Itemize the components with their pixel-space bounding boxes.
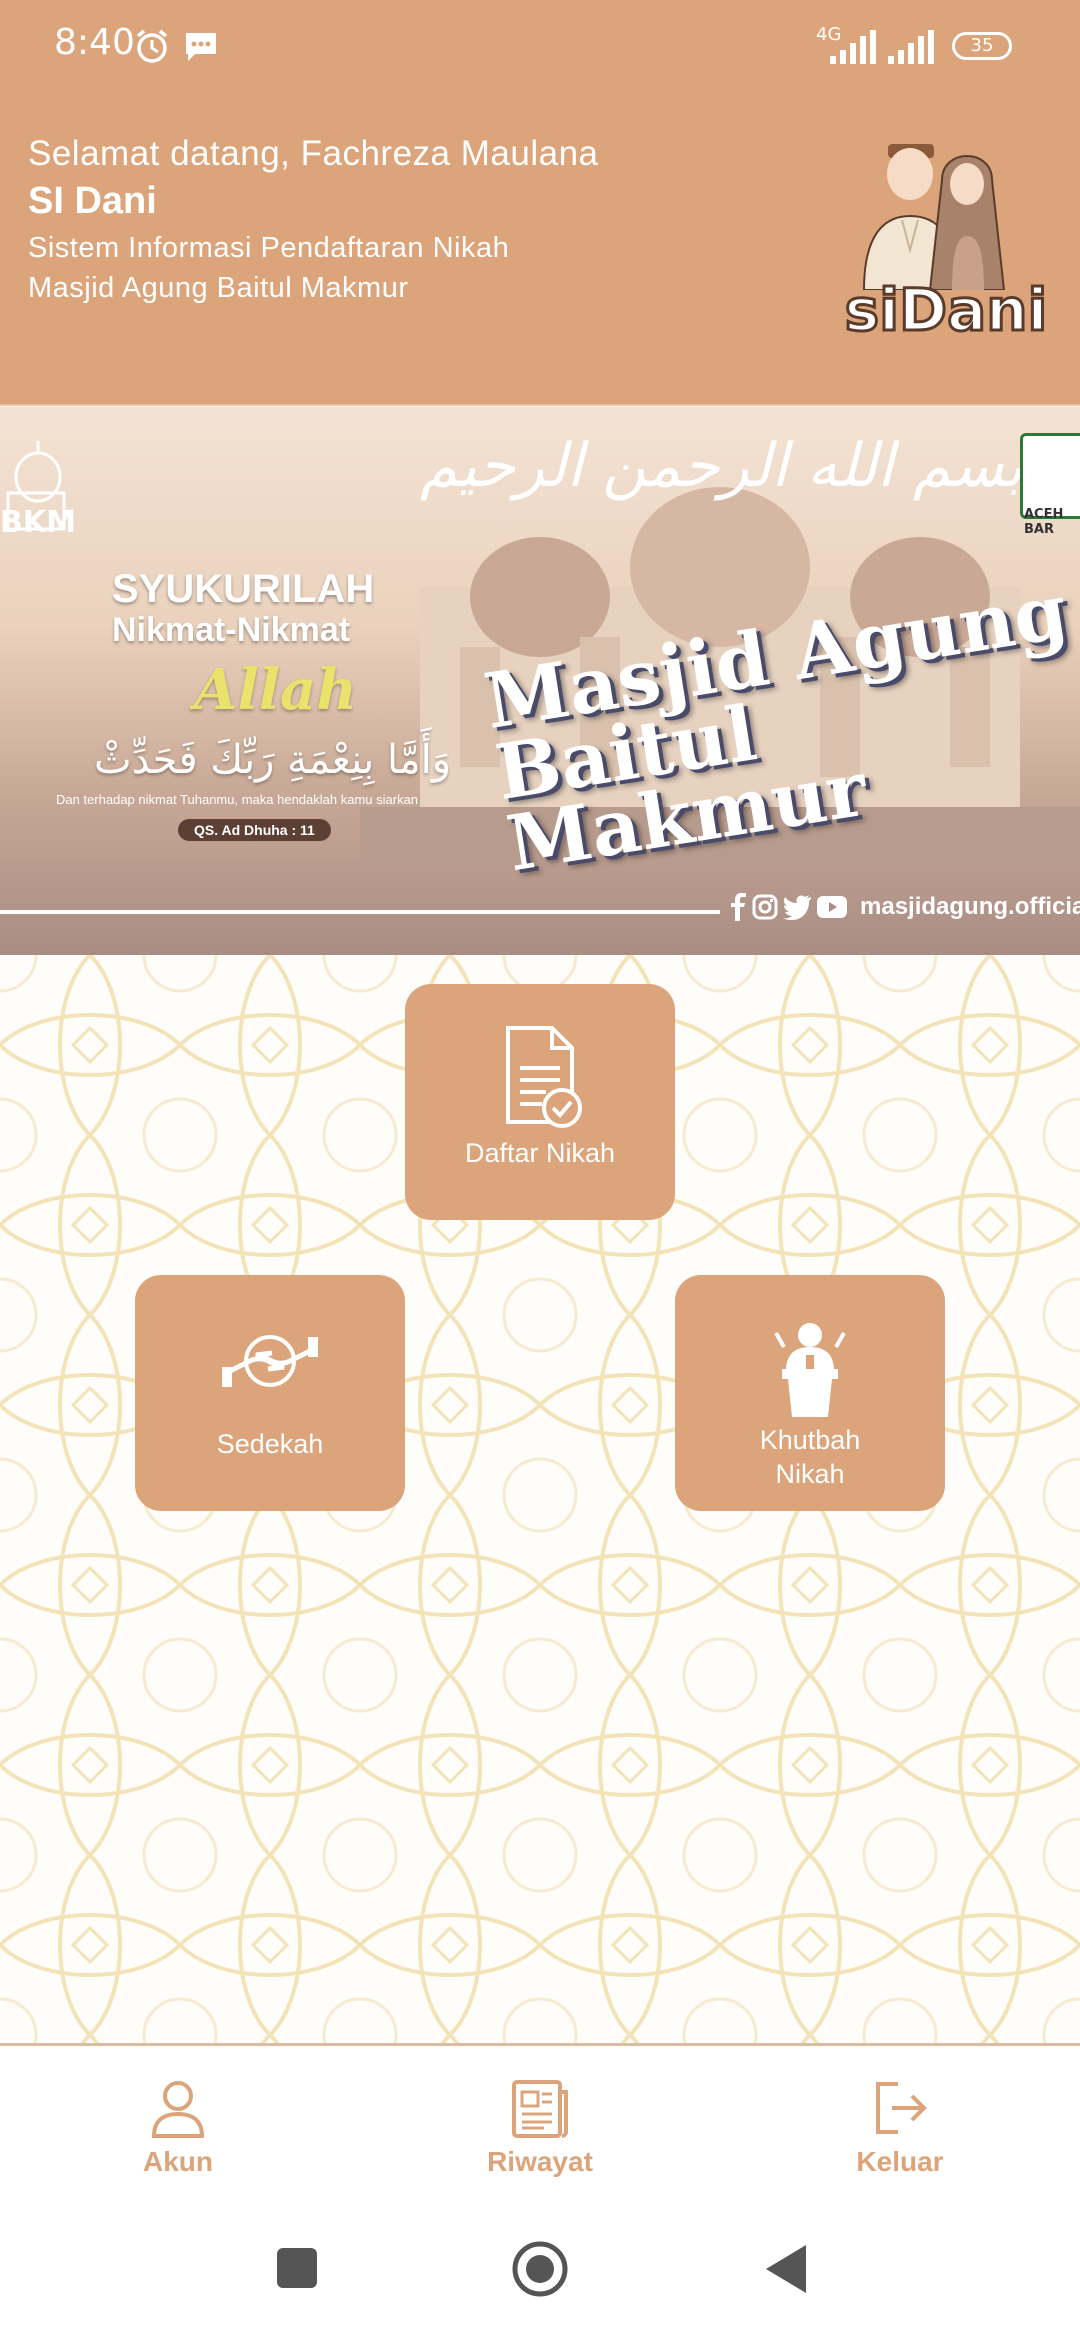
twitter-icon — [783, 895, 811, 920]
logo-wordmark: siDani — [843, 275, 1049, 346]
khutbah-nikah-button[interactable]: Khutbah Nikah — [675, 1275, 945, 1511]
nav-akun-label: Akun — [143, 2146, 213, 2177]
app-subtitle-line1: Sistem Informasi Pendaftaran Nikah — [28, 232, 510, 264]
app-subtitle-line2: Masjid Agung Baitul Makmur — [28, 272, 409, 304]
banner-heading: SYUKURILAH — [112, 567, 375, 611]
khutbah-label-line2: Nikah — [775, 1459, 845, 1489]
back-button[interactable] — [760, 2241, 810, 2297]
verse-translation: Dan terhadap nikmat Tuhanmu, maka hendak… — [56, 792, 419, 807]
welcome-text: Selamat datang, Fachreza Maulana — [28, 134, 599, 173]
couple-illustration — [862, 144, 1006, 290]
youtube-icon — [817, 896, 847, 918]
social-links: masjidagung.official — [730, 893, 1080, 921]
bismillah-calligraphy: بسم الله الرحمن الرحيم — [420, 431, 1024, 501]
speaker-podium-icon — [774, 1323, 846, 1417]
khutbah-label-line1: Khutbah — [759, 1425, 861, 1455]
signal-icon — [830, 30, 876, 64]
battery-indicator: 35 — [952, 32, 1012, 60]
sedekah-button[interactable]: Sedekah — [135, 1275, 405, 1511]
message-icon — [186, 33, 216, 61]
alarm-icon — [136, 29, 168, 63]
nav-akun[interactable]: Akun — [78, 2076, 278, 2178]
instagram-icon — [752, 894, 778, 920]
app-header: 8:40 4G 35 Selamat datang, Fachreza Maul… — [0, 0, 1080, 406]
promo-banner[interactable]: بسم الله الرحمن الرحيم BKM ACEH BAR SYUK… — [0, 407, 1080, 955]
arabic-verse: وَأَمَّا بِنِعْمَةِ رَبِّكَ فَحَدِّثْ — [94, 737, 452, 783]
app-name: SI Dani — [28, 180, 157, 222]
history-document-icon — [512, 2080, 568, 2138]
daftar-nikah-button[interactable]: Daftar Nikah — [405, 984, 675, 1220]
bkm-label: BKM — [0, 505, 76, 540]
home-button[interactable] — [510, 2239, 570, 2299]
bottom-navigation: Akun Riwayat Keluar — [0, 2043, 1080, 2209]
nav-keluar[interactable]: Keluar — [800, 2076, 1000, 2178]
nav-keluar-label: Keluar — [856, 2146, 944, 2177]
signal-icon-2 — [888, 30, 934, 64]
banner-allah-text: Allah — [194, 657, 357, 723]
region-label: ACEH BAR — [1024, 507, 1064, 537]
surah-reference: QS. Ad Dhuha : 11 — [178, 819, 331, 841]
social-handle: masjidagung.official — [860, 893, 1080, 920]
sidani-logo: siDani — [832, 140, 1060, 346]
document-check-icon — [506, 1026, 582, 1128]
logout-icon — [876, 2082, 927, 2134]
user-icon — [151, 2081, 205, 2138]
status-bar: 8:40 4G 35 — [0, 0, 1080, 96]
nav-riwayat-label: Riwayat — [487, 2146, 593, 2177]
daftar-nikah-label: Daftar Nikah — [464, 1138, 616, 1168]
nav-riwayat[interactable]: Riwayat — [440, 2076, 640, 2178]
charity-hands-icon — [222, 1335, 318, 1387]
sedekah-label: Sedekah — [216, 1429, 324, 1459]
recent-apps-button[interactable] — [274, 2245, 320, 2291]
facebook-icon — [731, 893, 746, 921]
banner-divider — [0, 910, 720, 914]
status-time: 8:40 — [54, 22, 135, 63]
system-navigation-bar — [0, 2209, 1080, 2340]
menu-area: Daftar Nikah Sedekah Khutbah Nikah — [0, 955, 1080, 2043]
banner-subheading: Nikmat-Nikmat — [112, 611, 351, 649]
